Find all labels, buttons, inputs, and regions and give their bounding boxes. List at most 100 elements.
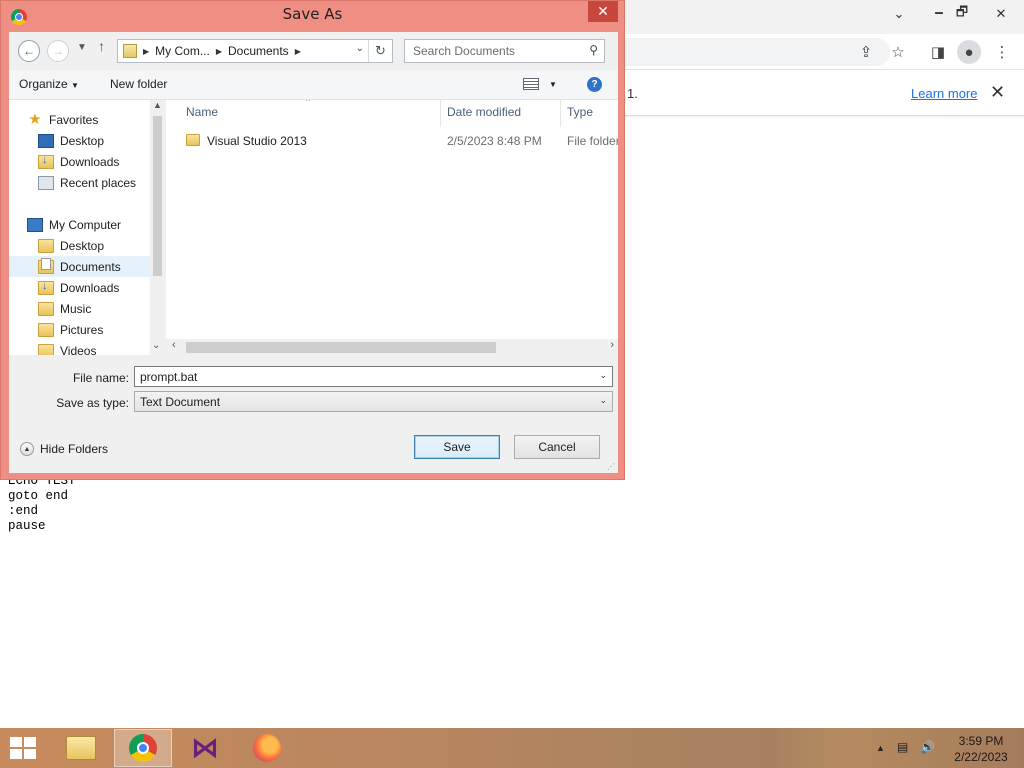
nav-item-desktop[interactable]: Desktop	[38, 235, 104, 256]
nav-item-favorites[interactable]: ★ Favorites	[27, 109, 98, 130]
new-folder-button[interactable]: New folder	[110, 77, 167, 91]
breadcrumb-chevron-icon[interactable]: ▶	[295, 47, 301, 56]
save-as-type-select[interactable]: Text Document ⌄	[134, 391, 613, 412]
save-button[interactable]: Save	[414, 435, 500, 459]
file-name-value: prompt.bat	[140, 370, 198, 384]
bookmark-star-icon[interactable]: ☆	[886, 40, 910, 64]
taskbar-chrome[interactable]	[114, 729, 172, 767]
address-bar[interactable]: ▶ My Com... ▶ Documents ▶ ⌄ ↻	[117, 39, 393, 63]
close-window-button[interactable]: ✕	[984, 0, 1018, 28]
column-header-name[interactable]: Name	[186, 105, 218, 119]
nav-item-pictures[interactable]: Pictures	[38, 319, 103, 340]
desktop-icon	[38, 133, 54, 148]
network-icon[interactable]: ▤	[897, 740, 908, 754]
documents-icon	[38, 257, 54, 274]
scroll-right-icon[interactable]: ›	[610, 339, 614, 351]
nav-item-my-computer[interactable]: My Computer	[27, 214, 121, 235]
nav-item-videos[interactable]: Videos	[38, 340, 96, 355]
up-arrow-icon[interactable]: ↑	[98, 38, 105, 54]
address-dropdown-icon[interactable]: ⌄	[356, 43, 364, 54]
nav-item-label: Recent places	[60, 175, 137, 190]
volume-icon[interactable]: 🔊	[920, 740, 935, 754]
start-button[interactable]	[10, 737, 38, 761]
hide-folders-label: Hide Folders	[40, 442, 109, 456]
taskbar: ⋈ ▲ ▤ 🔊 3:59 PM 2/22/2023	[0, 728, 1024, 768]
documents-location-icon	[123, 44, 137, 58]
chevron-down-icon[interactable]: ⌄	[599, 395, 607, 406]
visual-studio-icon: ⋈	[191, 731, 219, 764]
menu-kebab-icon[interactable]: ⋮	[990, 40, 1014, 64]
navigation-pane: ★ Favorites Desktop Downloads Recent plac…	[9, 100, 165, 355]
side-panel-icon[interactable]: ◨	[926, 40, 950, 64]
dialog-close-button[interactable]: ✕	[588, 1, 618, 22]
nav-pane-scrollbar[interactable]: ▲ ⌄	[150, 100, 165, 355]
scrollbar-thumb[interactable]	[153, 116, 162, 276]
show-hidden-icons-icon[interactable]: ▲	[876, 743, 885, 753]
resize-grip-icon[interactable]: ⋰	[607, 462, 615, 471]
taskbar-file-explorer[interactable]	[52, 729, 110, 767]
view-options-icon[interactable]	[523, 78, 539, 90]
file-list-horizontal-scrollbar[interactable]: ‹ ›	[166, 339, 618, 355]
learn-more-link[interactable]: Learn more	[911, 86, 977, 101]
column-divider[interactable]	[560, 100, 561, 127]
breadcrumb-chevron-icon[interactable]: ▶	[216, 47, 222, 56]
nav-item-documents[interactable]: Documents	[9, 256, 150, 277]
nav-item-label: Pictures	[60, 322, 104, 337]
help-icon[interactable]: ?	[587, 77, 602, 92]
folder-icon	[186, 134, 206, 149]
breadcrumb-documents[interactable]: Documents	[228, 44, 289, 58]
scroll-down-icon[interactable]: ⌄	[152, 340, 160, 351]
search-input[interactable]: Search Documents ⚲	[404, 39, 605, 63]
system-clock[interactable]: 3:59 PM 2/22/2023	[946, 733, 1016, 765]
breadcrumb-chevron-icon[interactable]: ▶	[143, 47, 149, 56]
cancel-button[interactable]: Cancel	[514, 435, 600, 459]
column-header-type[interactable]: Type	[567, 105, 593, 119]
omnibox[interactable]	[620, 38, 890, 66]
downloads-icon	[38, 280, 54, 295]
downloads-icon	[38, 154, 54, 169]
view-dropdown-icon[interactable]: ▼	[549, 80, 557, 89]
search-icon[interactable]: ⚲	[589, 43, 598, 57]
hide-folders-button[interactable]: ▲ Hide Folders	[20, 442, 108, 456]
breadcrumb-my-computer[interactable]: My Com...	[155, 44, 210, 58]
nav-item-label: Downloads	[60, 154, 120, 169]
nav-item-downloads[interactable]: Downloads	[38, 151, 119, 172]
computer-icon	[27, 217, 43, 232]
nav-item-label: Documents	[60, 259, 121, 274]
scroll-up-icon[interactable]: ▲	[153, 100, 162, 110]
taskbar-visual-studio[interactable]: ⋈	[176, 729, 234, 767]
tab-search-dropdown-icon[interactable]: ⌄	[882, 0, 916, 28]
profile-avatar-icon[interactable]: ●	[957, 40, 981, 64]
scrollbar-thumb[interactable]	[186, 342, 496, 353]
videos-folder-icon	[38, 343, 54, 355]
nav-item-music[interactable]: Music	[38, 298, 91, 319]
organize-label: Organize	[19, 77, 68, 91]
file-name: Visual Studio 2013	[207, 134, 307, 148]
file-row[interactable]: Visual Studio 2013 2/5/2023 8:48 PM File…	[166, 132, 618, 152]
command-bar: Organize ▼ New folder ▼ ?	[9, 70, 618, 100]
share-icon[interactable]: ⇪	[854, 40, 878, 64]
back-arrow-icon: ←	[23, 44, 35, 58]
refresh-icon[interactable]: ↻	[368, 40, 392, 62]
nav-item-recent-places[interactable]: Recent places	[38, 172, 136, 193]
recent-locations-dropdown-icon[interactable]: ▼	[77, 42, 87, 53]
file-name-label: File name:	[72, 371, 129, 385]
search-placeholder: Search Documents	[413, 44, 516, 58]
scroll-left-icon[interactable]: ‹	[172, 339, 176, 351]
nav-item-label: Desktop	[60, 133, 105, 148]
column-header-date-modified[interactable]: Date modified	[447, 105, 521, 119]
organize-button[interactable]: Organize ▼	[19, 77, 79, 91]
nav-item-downloads[interactable]: Downloads	[38, 277, 119, 298]
nav-item-label: Desktop	[60, 238, 105, 253]
back-button[interactable]: ←	[18, 40, 40, 62]
file-name-input[interactable]: prompt.bat ⌄	[134, 366, 613, 387]
restore-button[interactable]: 🗗	[945, 0, 979, 28]
nav-item-desktop[interactable]: Desktop	[38, 130, 104, 151]
forward-button[interactable]: →	[47, 40, 69, 62]
nav-item-label: Music	[60, 301, 92, 316]
taskbar-firefox[interactable]	[238, 729, 296, 767]
clock-date: 2/22/2023	[954, 750, 1008, 764]
infobar-close-icon[interactable]: ✕	[990, 82, 1005, 103]
chevron-down-icon[interactable]: ⌄	[599, 370, 607, 381]
column-divider[interactable]	[440, 100, 441, 127]
